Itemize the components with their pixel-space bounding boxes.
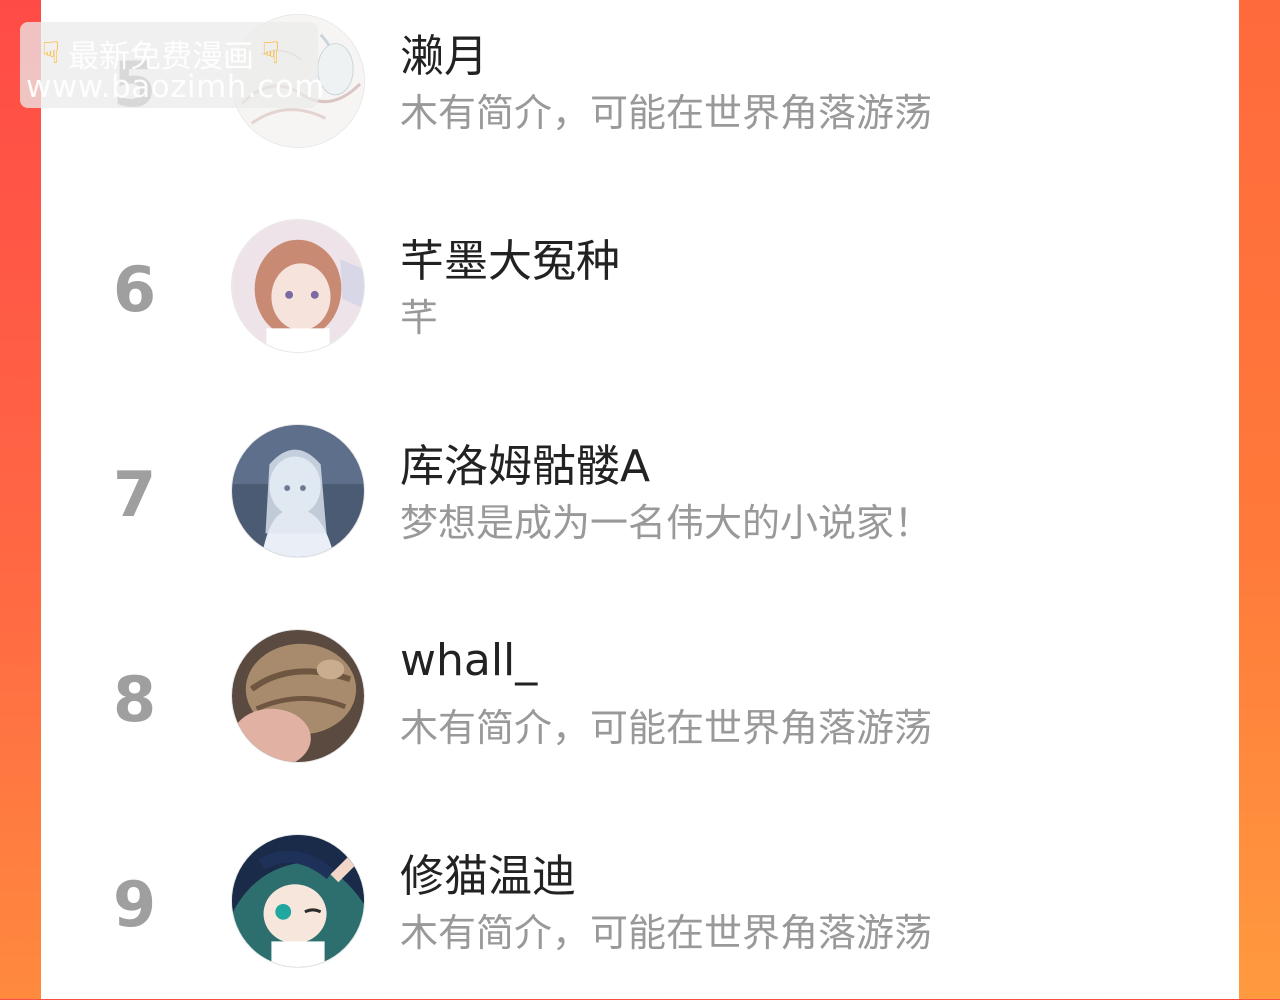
avatar[interactable] bbox=[231, 424, 365, 558]
user-description: 芊 bbox=[400, 296, 439, 340]
pointing-down-hand-icon: ☟ bbox=[41, 36, 61, 71]
avatar[interactable] bbox=[231, 219, 365, 353]
user-description: 木有简介，可能在世界角落游荡 bbox=[400, 706, 933, 750]
right-gradient-border bbox=[1239, 0, 1280, 999]
user-description: 木有简介，可能在世界角落游荡 bbox=[400, 91, 933, 135]
rank-number: 6 bbox=[113, 253, 157, 326]
mihoyo-badge: miHoYo bbox=[275, 953, 311, 964]
rank-number: 7 bbox=[113, 458, 157, 531]
user-name[interactable]: 库洛姆骷髅A bbox=[400, 430, 650, 494]
user-name[interactable]: 濑月 bbox=[400, 20, 488, 84]
avatar[interactable]: miHoYo bbox=[231, 834, 365, 968]
user-name[interactable]: 芊墨大冤种 bbox=[400, 225, 620, 289]
watermark-overlay: ☟ 最新免费漫画 ☟ www.baozimh.com bbox=[20, 22, 325, 108]
ranking-panel: 5 濑月 木有简介，可能在世界角落游荡 6 bbox=[41, 0, 1239, 999]
avatar[interactable] bbox=[231, 629, 365, 763]
user-description: 梦想是成为一名伟大的小说家！ bbox=[400, 501, 933, 545]
watermark-url: www.baozimh.com bbox=[26, 69, 326, 105]
rank-number: 8 bbox=[113, 663, 157, 736]
ranking-row[interactable]: 7 库洛姆骷髅A 梦想是成为一名伟大的小说家！ bbox=[41, 410, 1239, 590]
user-name[interactable]: whall_ bbox=[400, 635, 537, 686]
rank-number: 9 bbox=[113, 868, 157, 941]
ranking-row[interactable]: 6 芊墨大冤种 芊 bbox=[41, 205, 1239, 385]
user-description: 木有简介，可能在世界角落游荡 bbox=[400, 911, 933, 955]
ranking-row[interactable]: 8 whall_ 木有简介，可能在世界角落游荡 bbox=[41, 615, 1239, 795]
user-name[interactable]: 修猫温迪 bbox=[400, 840, 576, 904]
ranking-row[interactable]: 9 miHoYo 修猫温迪 木有简介，可能在世界角落游荡 bbox=[41, 820, 1239, 1000]
pointing-down-hand-icon: ☟ bbox=[261, 36, 281, 71]
